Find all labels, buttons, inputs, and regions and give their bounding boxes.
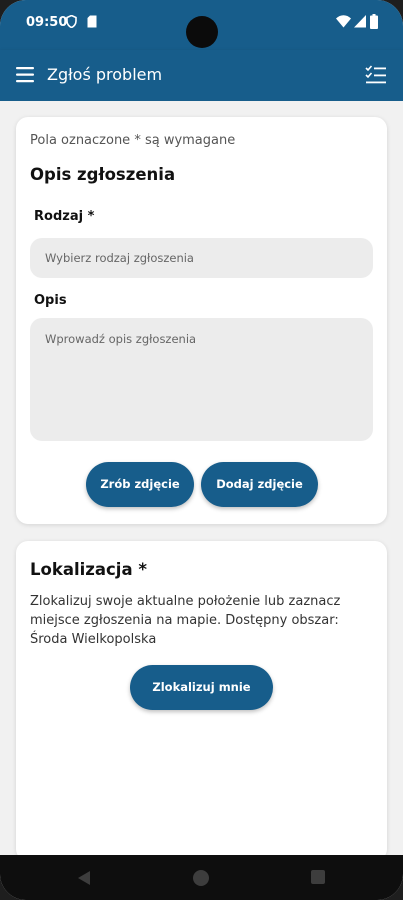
location-heading: Lokalizacja * bbox=[30, 560, 147, 579]
menu-icon[interactable] bbox=[16, 66, 36, 84]
checklist-icon[interactable] bbox=[365, 65, 387, 85]
camera-cutout bbox=[186, 16, 218, 48]
description-label: Opis bbox=[34, 293, 67, 308]
phone-screen: 09:50 Zgłoś problem Pola oznaczone * są … bbox=[0, 0, 403, 900]
home-icon[interactable] bbox=[193, 870, 209, 886]
take-photo-button[interactable]: Zrób zdjęcie bbox=[86, 462, 194, 507]
location-description: Zlokalizuj swoje aktualne położenie lub … bbox=[30, 594, 341, 647]
content-area: Pola oznaczone * są wymagane Opis zgłosz… bbox=[0, 101, 403, 861]
page-title: Zgłoś problem bbox=[47, 65, 163, 84]
status-time: 09:50 bbox=[26, 15, 68, 30]
form-heading: Opis zgłoszenia bbox=[30, 165, 176, 184]
type-select[interactable]: Wybierz rodzaj zgłoszenia bbox=[30, 238, 373, 278]
add-photo-button[interactable]: Dodaj zdjęcie bbox=[201, 462, 318, 507]
app-bar: Zgłoś problem bbox=[0, 50, 403, 101]
battery-icon bbox=[370, 14, 378, 29]
type-label: Rodzaj * bbox=[34, 209, 95, 224]
location-card: Lokalizacja * Zlokalizuj swoje aktualne … bbox=[16, 541, 387, 861]
cellular-signal-icon bbox=[354, 15, 366, 28]
report-form-card: Pola oznaczone * są wymagane Opis zgłosz… bbox=[16, 117, 387, 524]
recents-icon[interactable] bbox=[311, 870, 325, 884]
description-input[interactable]: Wprowadź opis zgłoszenia bbox=[30, 318, 373, 441]
locate-me-button[interactable]: Zlokalizuj mnie bbox=[130, 665, 273, 710]
required-fields-note: Pola oznaczone * są wymagane bbox=[30, 133, 236, 148]
sim-card-icon bbox=[87, 15, 97, 28]
shield-icon bbox=[66, 15, 77, 28]
system-nav-bar bbox=[0, 855, 403, 900]
wifi-icon bbox=[336, 15, 351, 28]
back-icon[interactable] bbox=[76, 870, 92, 886]
